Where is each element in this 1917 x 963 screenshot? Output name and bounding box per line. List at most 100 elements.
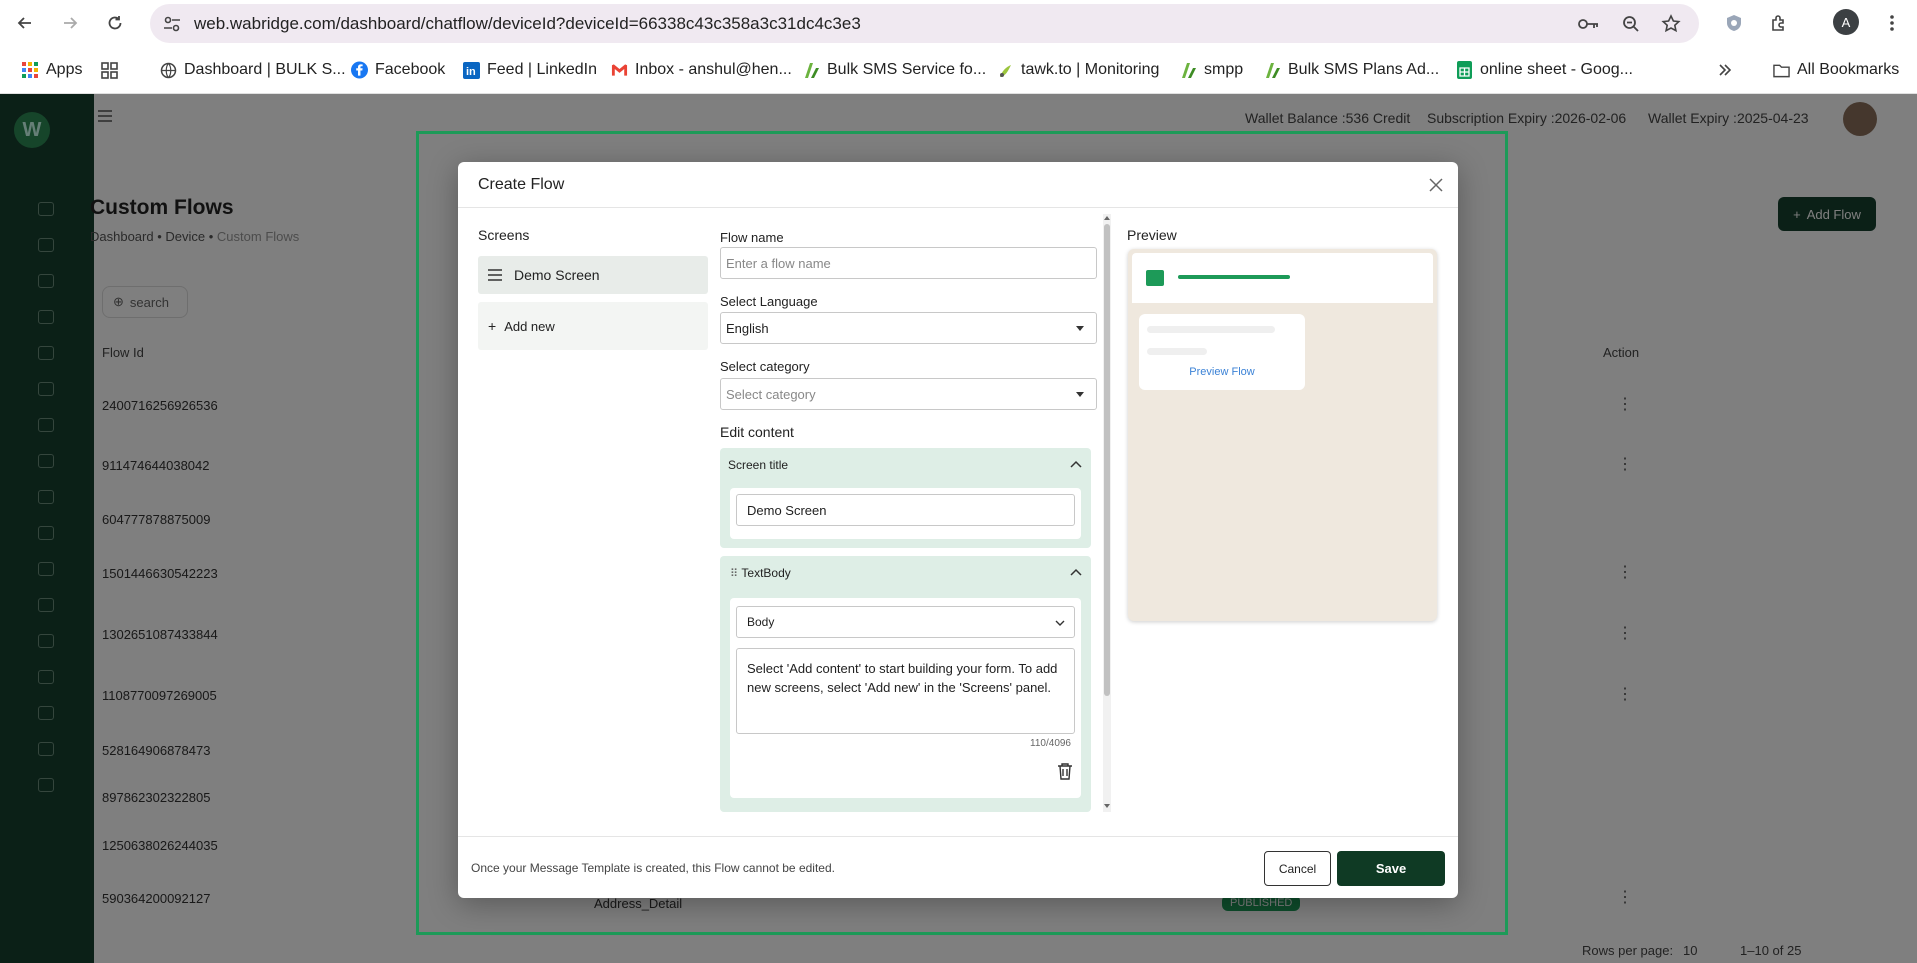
- reload-button[interactable]: [100, 8, 130, 38]
- forward-arrow-icon: [64, 17, 78, 29]
- scroll-down-icon[interactable]: [1104, 804, 1110, 808]
- store-icon: [1146, 270, 1164, 286]
- caret-down-icon: [1076, 392, 1084, 397]
- scroll-up-icon[interactable]: [1104, 216, 1110, 220]
- save-button[interactable]: Save: [1337, 851, 1445, 886]
- text-type-value: Body: [747, 615, 775, 629]
- chevron-double-right-icon: [1716, 62, 1733, 79]
- skeleton-line: [1147, 348, 1207, 355]
- screen-item-demo[interactable]: Demo Screen: [478, 256, 708, 294]
- profile-avatar[interactable]: A: [1833, 9, 1859, 35]
- back-arrow-icon: [17, 17, 31, 29]
- category-label: Select category: [720, 359, 810, 374]
- language-label: Select Language: [720, 294, 818, 309]
- extension-shield-button[interactable]: [1719, 8, 1749, 38]
- browser-menu-button[interactable]: [1877, 8, 1907, 38]
- facebook-icon: [351, 61, 368, 79]
- collapse-chevron-icon[interactable]: [1069, 457, 1083, 474]
- category-select[interactable]: Select category: [720, 378, 1097, 410]
- bulksms-icon: [803, 62, 820, 79]
- flow-name-input[interactable]: Enter a flow name: [720, 247, 1097, 279]
- bookmark-facebook[interactable]: Facebook: [351, 59, 445, 81]
- extensions-button[interactable]: [1764, 8, 1794, 38]
- bookmark-label: tawk.to | Monitoring: [1021, 61, 1160, 78]
- plus-icon: +: [488, 318, 497, 334]
- bookmark-star-icon[interactable]: [1660, 13, 1682, 35]
- bookmark-label: Apps: [46, 61, 83, 78]
- bookmark-label: Feed | LinkedIn: [487, 61, 598, 78]
- close-button[interactable]: [1426, 175, 1446, 195]
- bookmark-linkedin[interactable]: in Feed | LinkedIn: [463, 59, 597, 81]
- screen-title-card: Demo Screen: [730, 488, 1081, 539]
- collapse-chevron-icon[interactable]: [1069, 565, 1083, 582]
- language-value: English: [726, 320, 769, 336]
- zoom-icon[interactable]: [1620, 13, 1642, 35]
- drag-dots-icon[interactable]: ⠿: [730, 568, 738, 580]
- bulksms-icon: [1264, 62, 1281, 79]
- delete-button[interactable]: [1057, 763, 1073, 783]
- caret-down-icon: [1076, 326, 1084, 331]
- bookmark-apps[interactable]: Apps: [22, 59, 82, 81]
- password-key-icon[interactable]: [1578, 13, 1600, 35]
- footer-note: Once your Message Template is created, t…: [471, 861, 835, 875]
- bookmark-label: Dashboard | BULK S...: [184, 61, 346, 78]
- bookmarks-overflow-button[interactable]: [1716, 59, 1733, 81]
- bookmark-smpp[interactable]: smpp: [1180, 59, 1243, 81]
- site-settings-icon[interactable]: [162, 14, 182, 37]
- bookmark-gmail[interactable]: Inbox - anshul@hen...: [611, 59, 792, 81]
- grid-icon: [101, 61, 118, 79]
- body-textarea[interactable]: Select 'Add content' to start building y…: [736, 648, 1075, 734]
- preview-flow-link[interactable]: Preview Flow: [1139, 366, 1305, 378]
- phone-preview: Preview Flow: [1128, 249, 1437, 621]
- more-vertical-icon: [1890, 15, 1894, 31]
- bookmark-label: online sheet - Goog...: [1480, 61, 1633, 78]
- drag-handle-icon[interactable]: [488, 269, 502, 281]
- message-bubble: Preview Flow: [1139, 314, 1305, 390]
- cancel-button[interactable]: Cancel: [1264, 851, 1331, 886]
- close-icon: [1429, 178, 1443, 192]
- scrollbar-thumb[interactable]: [1104, 224, 1110, 696]
- textbody-section: ⠿ TextBody Body Select 'Add content' to …: [720, 556, 1091, 812]
- bookmark-bulk-sms-service[interactable]: Bulk SMS Service fo...: [803, 59, 986, 81]
- bookmark-bulk-sms-plans[interactable]: Bulk SMS Plans Ad...: [1264, 59, 1439, 81]
- bookmark-tab-groups[interactable]: [101, 59, 118, 81]
- screen-item-label: Demo Screen: [514, 267, 600, 283]
- all-bookmarks[interactable]: All Bookmarks: [1773, 59, 1899, 81]
- flow-name-label: Flow name: [720, 230, 784, 245]
- trash-icon: [1058, 763, 1072, 780]
- chevron-down-icon: [1054, 617, 1066, 632]
- address-bar[interactable]: web.wabridge.com/dashboard/chatflow/devi…: [150, 4, 1699, 43]
- preview-heading: Preview: [1127, 227, 1177, 243]
- category-placeholder: Select category: [726, 386, 816, 402]
- add-new-label: Add new: [504, 318, 555, 334]
- language-select[interactable]: English: [720, 312, 1097, 344]
- skeleton-line: [1147, 326, 1275, 333]
- back-button[interactable]: [10, 8, 40, 38]
- url-text[interactable]: web.wabridge.com/dashboard/chatflow/devi…: [194, 14, 861, 34]
- bookmark-label: Facebook: [375, 61, 446, 78]
- business-name-placeholder: [1178, 275, 1290, 279]
- bookmark-label: Bulk SMS Service fo...: [827, 61, 987, 78]
- shield-icon: [1727, 15, 1741, 31]
- edit-content-heading: Edit content: [720, 424, 794, 440]
- screen-title-input[interactable]: Demo Screen: [736, 494, 1075, 526]
- flow-name-placeholder: Enter a flow name: [726, 255, 831, 271]
- svg-text:in: in: [466, 66, 476, 78]
- screen-title-value: Demo Screen: [747, 502, 827, 518]
- bookmark-dashboard[interactable]: Dashboard | BULK S...: [160, 59, 346, 81]
- forward-button[interactable]: [55, 8, 85, 38]
- screen-title-section: Screen title Demo Screen: [720, 448, 1091, 548]
- add-new-screen-button[interactable]: + Add new: [478, 302, 708, 350]
- tawk-icon: [997, 62, 1014, 79]
- sheets-icon: [1456, 61, 1473, 79]
- bookmark-tawk[interactable]: tawk.to | Monitoring: [997, 59, 1159, 81]
- folder-icon: [1773, 62, 1790, 79]
- form-scrollbar[interactable]: [1103, 214, 1111, 812]
- all-bookmarks-label: All Bookmarks: [1797, 61, 1900, 78]
- phone-header: [1132, 253, 1433, 303]
- bookmark-online-sheet[interactable]: online sheet - Goog...: [1456, 59, 1633, 81]
- text-type-select[interactable]: Body: [736, 606, 1075, 638]
- browser-toolbar: web.wabridge.com/dashboard/chatflow/devi…: [0, 0, 1917, 46]
- screens-heading: Screens: [478, 227, 530, 243]
- flow-form: Flow name Enter a flow name Select Langu…: [720, 212, 1100, 822]
